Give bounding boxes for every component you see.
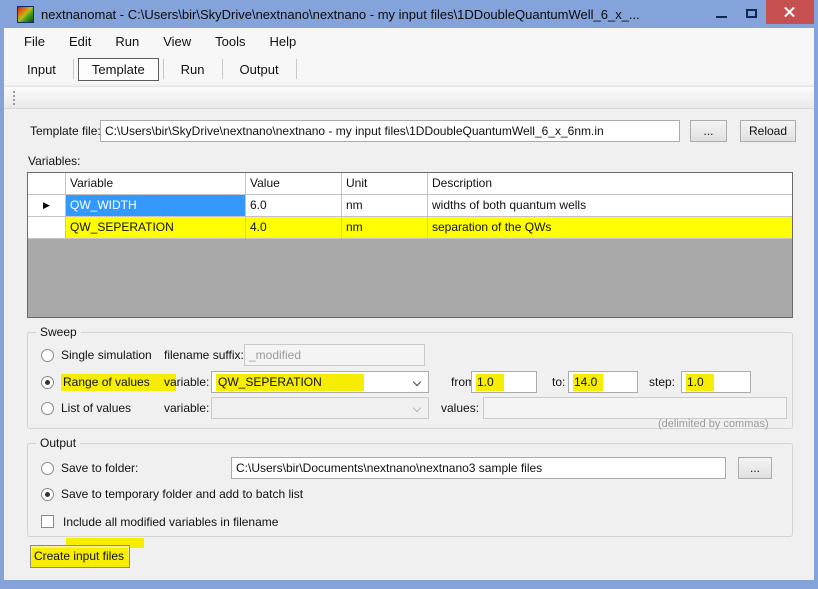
step-label: step:	[649, 375, 675, 389]
reload-button[interactable]: Reload	[740, 120, 796, 142]
column-header-description[interactable]: Description	[428, 173, 792, 194]
sweep-groupbox: Sweep Single simulation filename suffix:…	[27, 332, 793, 429]
tab-separator	[222, 59, 223, 79]
row-header-cell	[28, 173, 66, 194]
chevron-down-icon	[413, 404, 421, 412]
to-label: to:	[552, 375, 565, 389]
cell-unit[interactable]: nm	[342, 195, 428, 216]
minimize-button[interactable]	[706, 0, 736, 26]
cell-variable[interactable]: QW_WIDTH	[66, 195, 246, 216]
save-temp-folder-label: Save to temporary folder and add to batc…	[61, 487, 303, 501]
single-simulation-label: Single simulation	[61, 348, 152, 362]
maximize-button[interactable]	[736, 0, 766, 26]
menu-tools[interactable]: Tools	[203, 30, 257, 53]
toolbar	[4, 86, 814, 109]
tab-output[interactable]: Output	[227, 59, 292, 80]
tab-input[interactable]: Input	[14, 59, 69, 80]
table-row: ▶ QW_WIDTH 6.0 nm widths of both quantum…	[28, 195, 792, 217]
save-temp-folder-radio[interactable]	[41, 488, 54, 501]
filename-suffix-label: filename suffix:	[164, 348, 244, 362]
browse-output-folder-button[interactable]: ...	[738, 457, 772, 479]
app-icon	[17, 6, 34, 23]
cell-value[interactable]: 6.0	[246, 195, 342, 216]
include-variables-label: Include all modified variables in filena…	[63, 515, 278, 529]
range-of-values-radio[interactable]	[41, 376, 54, 389]
row-selector-cell[interactable]: ▶	[28, 195, 66, 216]
tab-separator	[296, 59, 297, 79]
menu-bar: File Edit Run View Tools Help	[4, 28, 814, 54]
values-label: values:	[441, 401, 479, 415]
list-of-values-label: List of values	[61, 401, 131, 415]
to-input[interactable]: 14.0	[568, 371, 638, 393]
browse-template-button[interactable]: ...	[690, 120, 727, 142]
variables-label: Variables:	[28, 154, 80, 168]
step-input[interactable]: 1.0	[681, 371, 751, 393]
menu-edit[interactable]: Edit	[57, 30, 103, 53]
toolbar-grip-handle[interactable]	[13, 91, 15, 105]
menu-help[interactable]: Help	[258, 30, 309, 53]
list-variable-select[interactable]	[211, 397, 429, 419]
template-file-label: Template file:	[30, 124, 101, 138]
cell-description[interactable]: separation of the QWs	[428, 217, 792, 238]
row-selector-cell[interactable]	[28, 217, 66, 238]
app-window: nextnanomat - C:\Users\bir\SkyDrive\next…	[0, 0, 818, 589]
create-input-files-button[interactable]: Create input files	[30, 545, 130, 568]
tab-separator	[163, 59, 164, 79]
save-to-folder-radio[interactable]	[41, 462, 54, 475]
values-input[interactable]	[483, 397, 787, 419]
minimize-icon	[716, 16, 727, 18]
range-of-values-label: Range of values	[61, 374, 176, 391]
menu-view[interactable]: View	[151, 30, 203, 53]
table-header-row: Variable Value Unit Description	[28, 173, 792, 195]
maximize-icon	[746, 9, 757, 18]
template-file-input[interactable]: C:\Users\bir\SkyDrive\nextnano\nextnano …	[100, 120, 680, 142]
from-input[interactable]: 1.0	[471, 371, 537, 393]
output-folder-input[interactable]: C:\Users\bir\Documents\nextnano\nextnano…	[231, 457, 726, 479]
range-variable-label: variable:	[164, 375, 209, 389]
save-to-folder-label: Save to folder:	[61, 461, 138, 475]
column-header-unit[interactable]: Unit	[342, 173, 428, 194]
client-area: File Edit Run View Tools Help Input Temp…	[4, 28, 814, 580]
delimited-hint: (delimited by commas)	[658, 418, 769, 430]
column-header-value[interactable]: Value	[246, 173, 342, 194]
column-header-variable[interactable]: Variable	[66, 173, 246, 194]
chevron-down-icon	[413, 378, 421, 386]
include-variables-checkbox[interactable]	[41, 515, 54, 528]
menu-file[interactable]: File	[12, 30, 57, 53]
filename-suffix-input[interactable]: _modified	[244, 344, 425, 366]
window-title: nextnanomat - C:\Users\bir\SkyDrive\next…	[41, 7, 640, 22]
output-groupbox: Output Save to folder: C:\Users\bir\Docu…	[27, 443, 793, 537]
cell-variable[interactable]: QW_SEPERATION	[66, 217, 246, 238]
cell-value[interactable]: 4.0	[246, 217, 342, 238]
title-bar: nextnanomat - C:\Users\bir\SkyDrive\next…	[0, 0, 818, 28]
single-simulation-radio[interactable]	[41, 349, 54, 362]
tab-strip: Input Template Run Output	[4, 54, 814, 84]
sweep-groupbox-label: Sweep	[36, 325, 81, 339]
tab-template[interactable]: Template	[78, 58, 159, 81]
output-groupbox-label: Output	[36, 436, 80, 450]
list-variable-label: variable:	[164, 401, 209, 415]
tab-separator	[73, 59, 74, 79]
current-row-arrow-icon: ▶	[43, 200, 50, 211]
cell-unit[interactable]: nm	[342, 217, 428, 238]
range-variable-select[interactable]: QW_SEPERATION	[211, 371, 429, 393]
tab-run[interactable]: Run	[168, 59, 218, 80]
variables-table: Variable Value Unit Description ▶ QW_WID…	[27, 172, 793, 318]
close-button[interactable]	[766, 0, 814, 24]
cell-description[interactable]: widths of both quantum wells	[428, 195, 792, 216]
menu-run[interactable]: Run	[103, 30, 151, 53]
table-row: QW_SEPERATION 4.0 nm separation of the Q…	[28, 217, 792, 239]
list-of-values-radio[interactable]	[41, 402, 54, 415]
